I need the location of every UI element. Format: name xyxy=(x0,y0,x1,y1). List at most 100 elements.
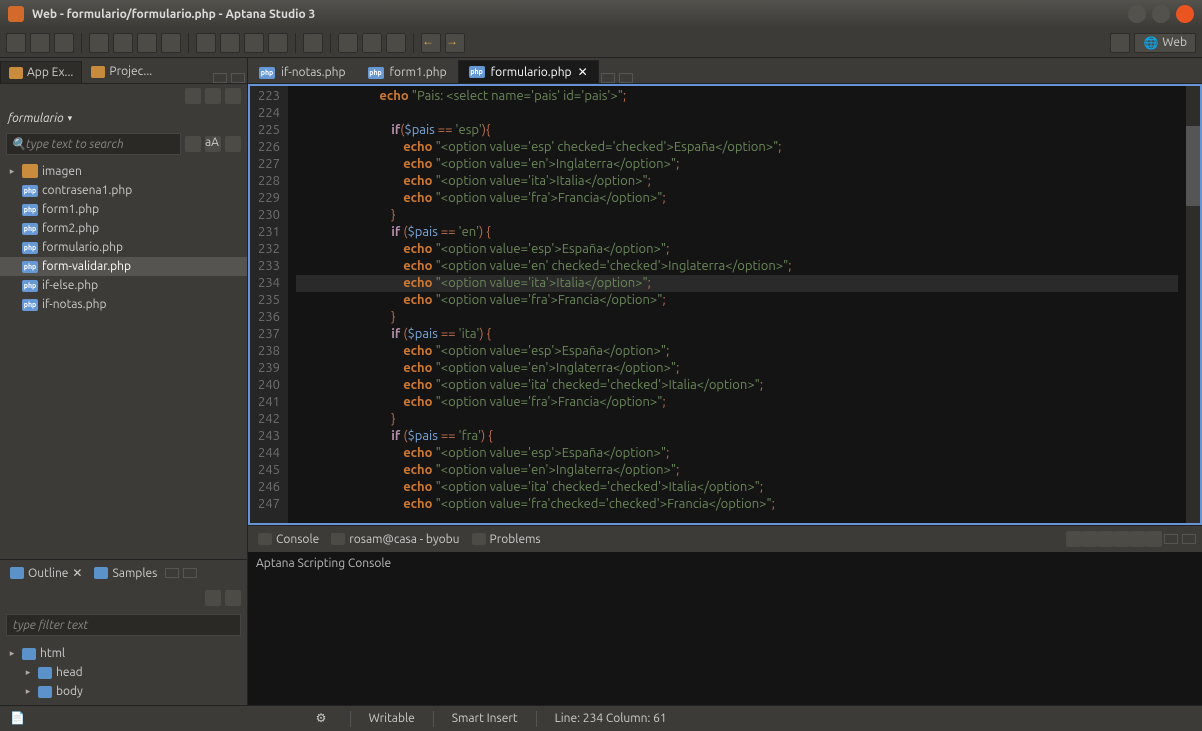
run-icon[interactable] xyxy=(244,33,264,53)
globe-icon: 🌐 xyxy=(1143,36,1158,50)
console-clear-icon[interactable] xyxy=(1066,531,1082,547)
editor-tab[interactable]: phpform1.php xyxy=(357,61,458,83)
search-case-icon[interactable]: aA xyxy=(205,136,221,152)
paint-icon[interactable] xyxy=(303,33,323,53)
console-opt-icon[interactable] xyxy=(1130,531,1146,547)
outline-label: head xyxy=(56,666,83,679)
save-all-icon[interactable] xyxy=(54,33,74,53)
close-icon[interactable]: ✕ xyxy=(578,65,588,79)
outline-icon xyxy=(10,567,24,579)
file-item[interactable]: phpform1.php xyxy=(0,200,247,219)
folder-item[interactable]: ▸imagen xyxy=(0,161,247,181)
console-pin-icon[interactable] xyxy=(1082,531,1098,547)
file-tree[interactable]: ▸imagenphpcontrasena1.phpphpform1.phpphp… xyxy=(0,159,247,559)
console-display-icon[interactable] xyxy=(1098,531,1114,547)
close-icon[interactable]: ✕ xyxy=(72,566,82,580)
search-option-icon[interactable] xyxy=(185,136,201,152)
doc2-icon[interactable] xyxy=(386,33,406,53)
gear-icon[interactable]: ⚙ xyxy=(316,711,332,727)
forward-arrow-icon[interactable]: → xyxy=(445,33,465,53)
outline-filter-input[interactable]: type filter text xyxy=(6,614,241,636)
outline-item[interactable]: ▸body xyxy=(0,682,247,701)
outline-minimize-icon[interactable] xyxy=(165,568,179,578)
perspective-web[interactable]: 🌐 Web xyxy=(1134,33,1196,53)
search-input[interactable]: 🔍 type text to search xyxy=(6,133,181,155)
explorer-tab[interactable]: App Ex... xyxy=(0,61,82,83)
editor-scrollbar[interactable] xyxy=(1186,86,1200,523)
file-item[interactable]: phpformulario.php xyxy=(0,238,247,257)
editor-minimize-icon[interactable] xyxy=(601,73,615,83)
outline-icon xyxy=(94,567,108,579)
editor-tab[interactable]: phpformulario.php✕ xyxy=(458,60,599,83)
collapse-all-icon[interactable] xyxy=(185,88,201,104)
run2-icon[interactable] xyxy=(268,33,288,53)
view-menu-icon[interactable] xyxy=(225,88,241,104)
bottom-tab[interactable]: Console xyxy=(252,530,325,549)
new-file-icon[interactable] xyxy=(6,33,26,53)
doc-icon[interactable] xyxy=(362,33,382,53)
expand-icon[interactable]: ▸ xyxy=(22,667,34,678)
back-arrow-icon[interactable]: ← xyxy=(421,33,441,53)
layout3-icon[interactable] xyxy=(137,33,157,53)
outline-tab[interactable]: Samples xyxy=(88,564,163,583)
wand-icon[interactable] xyxy=(338,33,358,53)
status-new-icon[interactable]: 📄 xyxy=(10,711,26,727)
window-close-button[interactable] xyxy=(1176,5,1194,23)
tab-label: Problems xyxy=(490,533,541,546)
outline-tab[interactable]: Outline✕ xyxy=(4,563,88,583)
search-regex-icon[interactable] xyxy=(225,136,241,152)
console-minimize-icon[interactable] xyxy=(1164,534,1178,544)
perspective-open-icon[interactable] xyxy=(1110,33,1130,53)
project-selector[interactable]: formulario xyxy=(0,108,247,129)
explorer-tab[interactable]: Projec... xyxy=(82,60,161,83)
file-item[interactable]: phpform-validar.php xyxy=(0,257,247,276)
outline-tree[interactable]: ▸html▸head▸body xyxy=(0,640,247,705)
file-item[interactable]: phpif-notas.php xyxy=(0,295,247,314)
window-minimize-button[interactable] xyxy=(1128,5,1146,23)
outline-menu-icon[interactable] xyxy=(225,590,241,606)
console-icon xyxy=(472,533,486,545)
editor-tab[interactable]: phpif-notas.php xyxy=(248,61,357,83)
console-maximize-icon[interactable] xyxy=(1182,534,1196,544)
tag-icon xyxy=(38,667,52,679)
link-editor-icon[interactable] xyxy=(205,88,221,104)
outline-maximize-icon[interactable] xyxy=(183,568,197,578)
window-maximize-button[interactable] xyxy=(1152,5,1170,23)
file-label: contrasena1.php xyxy=(42,184,132,197)
expand-icon[interactable]: ▸ xyxy=(22,686,34,697)
tag-icon xyxy=(22,648,36,660)
bottom-tab[interactable]: rosam@casa - byobu xyxy=(325,530,465,549)
file-item[interactable]: phpcontrasena1.php xyxy=(0,181,247,200)
save-icon[interactable] xyxy=(30,33,50,53)
editor-maximize-icon[interactable] xyxy=(619,73,633,83)
php-file-icon: php xyxy=(22,242,38,254)
explorer-toolbar xyxy=(0,84,247,108)
layout2-icon[interactable] xyxy=(113,33,133,53)
expand-icon[interactable]: ▸ xyxy=(6,166,18,177)
layout4-icon[interactable] xyxy=(161,33,181,53)
scrollbar-thumb[interactable] xyxy=(1186,126,1200,206)
panel-minimize-icon[interactable] xyxy=(213,73,227,83)
window-titlebar: Web - formulario/formulario.php - Aptana… xyxy=(0,0,1202,28)
console-icon xyxy=(258,533,272,545)
outline-item[interactable]: ▸ head xyxy=(0,663,247,682)
code-area[interactable]: echo "Pais: <select name='pais' id='pais… xyxy=(288,86,1186,523)
status-bar: 📄 ⚙ Writable Smart Insert Line: 234 Colu… xyxy=(0,705,1202,731)
expand-icon[interactable]: ▸ xyxy=(6,648,18,659)
panel-maximize-icon[interactable] xyxy=(231,73,245,83)
bottom-tab[interactable]: Problems xyxy=(466,530,547,549)
file-item[interactable]: phpform2.php xyxy=(0,219,247,238)
tab-label: rosam@casa - byobu xyxy=(349,533,459,546)
console-output[interactable]: Aptana Scripting Console xyxy=(248,552,1202,705)
outline-sort-icon[interactable] xyxy=(205,590,221,606)
console-open-icon[interactable] xyxy=(1114,531,1130,547)
layout-icon[interactable] xyxy=(89,33,109,53)
debug-icon[interactable] xyxy=(220,33,240,53)
refresh-icon[interactable] xyxy=(196,33,216,53)
php-file-icon: php xyxy=(22,280,38,292)
code-editor[interactable]: 2232242252262272282292302312322332342352… xyxy=(248,84,1202,525)
file-item[interactable]: phpif-else.php xyxy=(0,276,247,295)
outline-item[interactable]: ▸html xyxy=(0,644,247,663)
php-file-icon: php xyxy=(368,67,384,79)
console-opt2-icon[interactable] xyxy=(1146,531,1162,547)
